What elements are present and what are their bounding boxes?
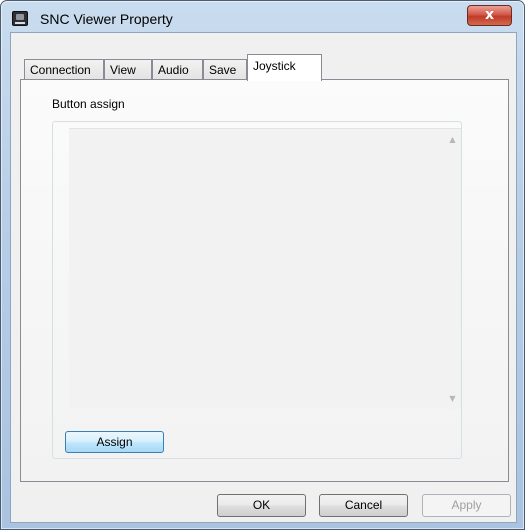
tab-joystick[interactable]: Joystick — [247, 54, 322, 81]
apply-button[interactable]: Apply — [422, 494, 511, 517]
assign-button[interactable]: Assign — [65, 431, 164, 453]
button-assign-list[interactable]: ▲ ▼ — [69, 128, 461, 409]
tab-save[interactable]: Save — [203, 59, 247, 80]
close-button[interactable]: x — [467, 5, 512, 26]
app-icon — [12, 11, 28, 26]
cancel-button[interactable]: Cancel — [319, 494, 408, 517]
ok-button[interactable]: OK — [217, 494, 306, 517]
tab-connection[interactable]: Connection — [24, 59, 104, 80]
window-title: SNC Viewer Property — [40, 11, 173, 27]
joystick-tab-page: Button assign ▲ ▼ Assign — [20, 79, 509, 482]
chevron-up-icon[interactable]: ▲ — [448, 135, 457, 144]
tab-view[interactable]: View — [104, 59, 152, 80]
dialog-window: SNC Viewer Property x Connection View Au… — [0, 0, 525, 530]
dialog-client-area: Connection View Audio Save Joystick Butt… — [10, 32, 517, 523]
title-bar[interactable]: SNC Viewer Property x — [1, 1, 524, 31]
chevron-down-icon[interactable]: ▼ — [448, 394, 457, 403]
tab-audio[interactable]: Audio — [152, 59, 203, 80]
button-assign-group-title: Button assign — [52, 97, 125, 111]
list-scrollbar[interactable]: ▲ ▼ — [444, 129, 461, 409]
